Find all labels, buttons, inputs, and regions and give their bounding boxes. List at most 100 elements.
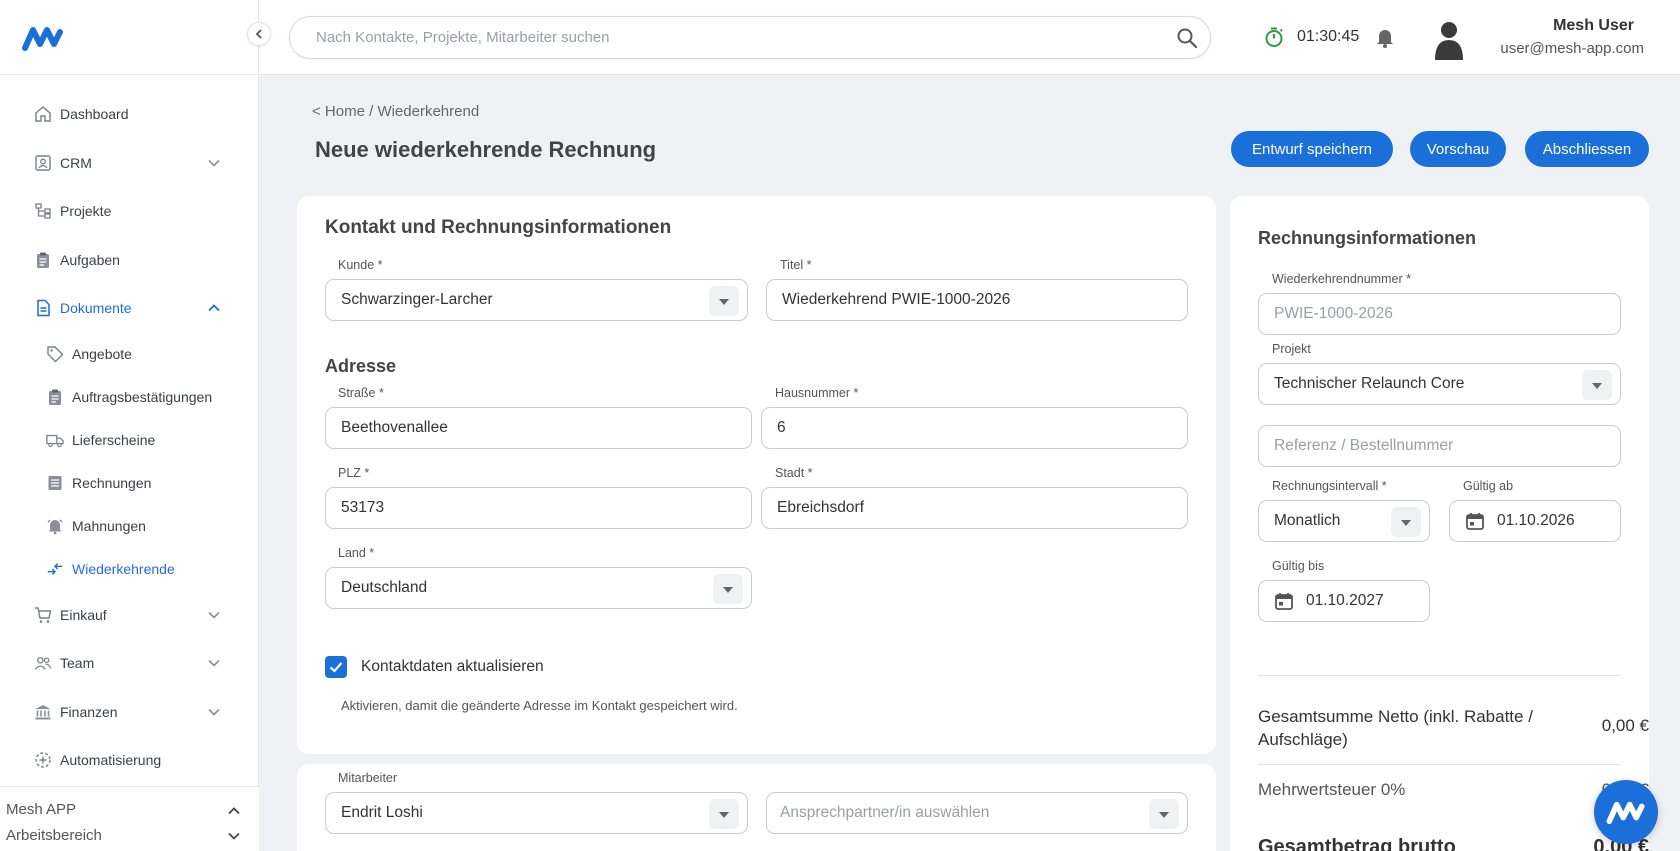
app-name: Mesh APP xyxy=(6,801,77,818)
sidebar-subitem-label: Auftragsbestätigungen xyxy=(72,389,213,405)
save-draft-button[interactable]: Entwurf speichern xyxy=(1231,131,1393,167)
sidebar-subitem-mahnungen[interactable]: Mahnungen xyxy=(0,505,259,548)
chevron-up-icon[interactable] xyxy=(227,804,241,818)
dropdown-arrow-icon[interactable] xyxy=(1582,370,1612,400)
title-input[interactable]: Wiederkehrend PWIE-1000-2026 xyxy=(766,279,1188,321)
page-title: Neue wiederkehrende Rechnung xyxy=(315,137,657,162)
chevron-down-icon[interactable] xyxy=(207,156,221,170)
sidebar-item-label: Einkauf xyxy=(60,606,107,623)
postcode-input[interactable]: 53173 xyxy=(325,487,752,529)
customer-select[interactable]: Schwarzinger-Larcher xyxy=(325,279,748,321)
tag-icon xyxy=(46,345,64,363)
breadcrumb[interactable]: < Home / Wiederkehrend xyxy=(312,103,479,120)
global-search[interactable] xyxy=(289,16,1211,59)
contact-person-select[interactable]: Ansprechpartner/in auswählen xyxy=(766,792,1188,834)
recurring-number-input[interactable]: PWIE-1000-2026 xyxy=(1258,293,1621,335)
document-icon xyxy=(34,299,52,317)
finish-button[interactable]: Abschliessen xyxy=(1525,131,1649,167)
valid-from-value: 01.10.2026 xyxy=(1497,512,1575,529)
employee-select[interactable]: Endrit Loshi xyxy=(325,792,748,834)
customer-value: Schwarzinger-Larcher xyxy=(341,291,493,308)
recurring-number-value: PWIE-1000-2026 xyxy=(1274,305,1393,322)
project-select[interactable]: Technischer Relaunch Core xyxy=(1258,363,1621,405)
chevron-down-icon[interactable] xyxy=(227,829,241,843)
clipboard-icon xyxy=(46,388,64,406)
team-icon xyxy=(34,654,52,672)
valid-from-date-input[interactable]: 01.10.2026 xyxy=(1449,500,1621,542)
country-select[interactable]: Deutschland xyxy=(325,567,752,609)
reference-placeholder: Referenz / Bestellnummer xyxy=(1274,437,1454,454)
sidebar-collapse-button[interactable] xyxy=(247,22,271,46)
land-label: Land * xyxy=(338,546,375,560)
valid-until-date-input[interactable]: 01.10.2027 xyxy=(1258,580,1430,622)
dropdown-arrow-icon[interactable] xyxy=(1149,799,1179,829)
update-contact-checkbox[interactable] xyxy=(325,656,347,678)
home-icon xyxy=(34,105,52,123)
invoice-card-title: Rechnungsinformationen xyxy=(1258,228,1477,248)
sidebar-subitem-wiederkehrende[interactable]: Wiederkehrende xyxy=(0,548,259,591)
dropdown-arrow-icon[interactable] xyxy=(709,286,739,316)
search-icon[interactable] xyxy=(1176,27,1198,49)
sidebar-item-label: Dokumente xyxy=(60,300,132,317)
chevron-left-icon xyxy=(255,29,262,39)
sidebar-subitem-label: Rechnungen xyxy=(72,475,152,491)
country-value: Deutschland xyxy=(341,579,428,596)
chevron-down-icon[interactable] xyxy=(207,608,221,622)
clipboard-icon xyxy=(34,251,52,269)
top-header: 01:30:45 Mesh User user@mesh-app.com xyxy=(259,0,1680,75)
stopwatch-icon[interactable] xyxy=(1263,26,1285,48)
sidebar-subitem-angebote[interactable]: Angebote xyxy=(0,333,259,376)
preview-button[interactable]: Vorschau xyxy=(1410,131,1506,167)
stadt-label: Stadt * xyxy=(775,466,813,480)
sidebar-item-label: Automatisierung xyxy=(60,752,162,769)
city-value: Ebreichsdorf xyxy=(777,499,865,516)
kunde-label: Kunde * xyxy=(338,258,383,272)
calendar-icon[interactable] xyxy=(1274,591,1294,611)
workspace-switcher[interactable]: Mesh APP Arbeitsbereich xyxy=(0,786,259,851)
sidebar-item-aufgaben[interactable]: Aufgaben xyxy=(0,236,259,285)
reference-input[interactable]: Referenz / Bestellnummer xyxy=(1258,425,1621,467)
sidebar-item-einkauf[interactable]: Einkauf xyxy=(0,591,259,640)
sidebar-item-dokumente[interactable]: Dokumente xyxy=(0,284,259,333)
title-value: Wiederkehrend PWIE-1000-2026 xyxy=(782,291,1011,308)
sidebar-item-projekte[interactable]: Projekte xyxy=(0,187,259,236)
address-section-title: Adresse xyxy=(325,356,397,376)
gross-total-label: Gesamtbetrag brutto xyxy=(1258,836,1456,851)
sidebar-item-finanzen[interactable]: Finanzen xyxy=(0,688,259,737)
sidebar-nav: Dashboard CRM Projekte Aufgaben Dokument… xyxy=(0,90,259,785)
sidebar-item-crm[interactable]: CRM xyxy=(0,139,259,188)
chevron-down-icon[interactable] xyxy=(207,705,221,719)
city-input[interactable]: Ebreichsdorf xyxy=(761,487,1188,529)
mesh-logo-icon[interactable] xyxy=(22,24,64,52)
chat-assistant-button[interactable] xyxy=(1594,780,1658,844)
search-input[interactable] xyxy=(316,17,1146,58)
vat-label: Mehrwertsteuer 0% xyxy=(1258,780,1406,799)
street-input[interactable]: Beethovenallee xyxy=(325,407,752,449)
project-value: Technischer Relaunch Core xyxy=(1274,375,1465,392)
sidebar-subitem-rechnungen[interactable]: Rechnungen xyxy=(0,462,259,505)
time-tracker-display[interactable]: 01:30:45 xyxy=(1297,28,1359,46)
totals-divider xyxy=(1258,764,1621,765)
update-contact-label[interactable]: Kontaktdaten aktualisieren xyxy=(361,658,544,676)
totals-divider xyxy=(1258,675,1621,676)
sidebar-item-automatisierung[interactable]: Automatisierung xyxy=(0,736,259,785)
dropdown-arrow-icon[interactable] xyxy=(713,574,743,604)
sidebar-subitem-auftragsbestaetigungen[interactable]: Auftragsbestätigungen xyxy=(0,376,259,419)
sidebar-subitem-lieferscheine[interactable]: Lieferscheine xyxy=(0,419,259,462)
dropdown-arrow-icon[interactable] xyxy=(709,799,739,829)
sidebar-item-dashboard[interactable]: Dashboard xyxy=(0,90,259,139)
house-number-input[interactable]: 6 xyxy=(761,407,1188,449)
chevron-up-icon[interactable] xyxy=(207,301,221,315)
calendar-icon[interactable] xyxy=(1465,511,1485,531)
recurring-icon xyxy=(46,560,64,578)
sidebar-item-team[interactable]: Team xyxy=(0,639,259,688)
chevron-down-icon[interactable] xyxy=(207,656,221,670)
interval-select[interactable]: Monatlich xyxy=(1258,500,1430,542)
list-icon xyxy=(46,474,64,492)
mitarbeiter-label: Mitarbeiter xyxy=(338,771,398,785)
bell-icon[interactable] xyxy=(1375,27,1395,49)
avatar[interactable] xyxy=(1431,18,1467,60)
interval-label: Rechnungsintervall * xyxy=(1272,479,1387,493)
dropdown-arrow-icon[interactable] xyxy=(1391,507,1421,537)
titel-label: Titel * xyxy=(780,258,812,272)
